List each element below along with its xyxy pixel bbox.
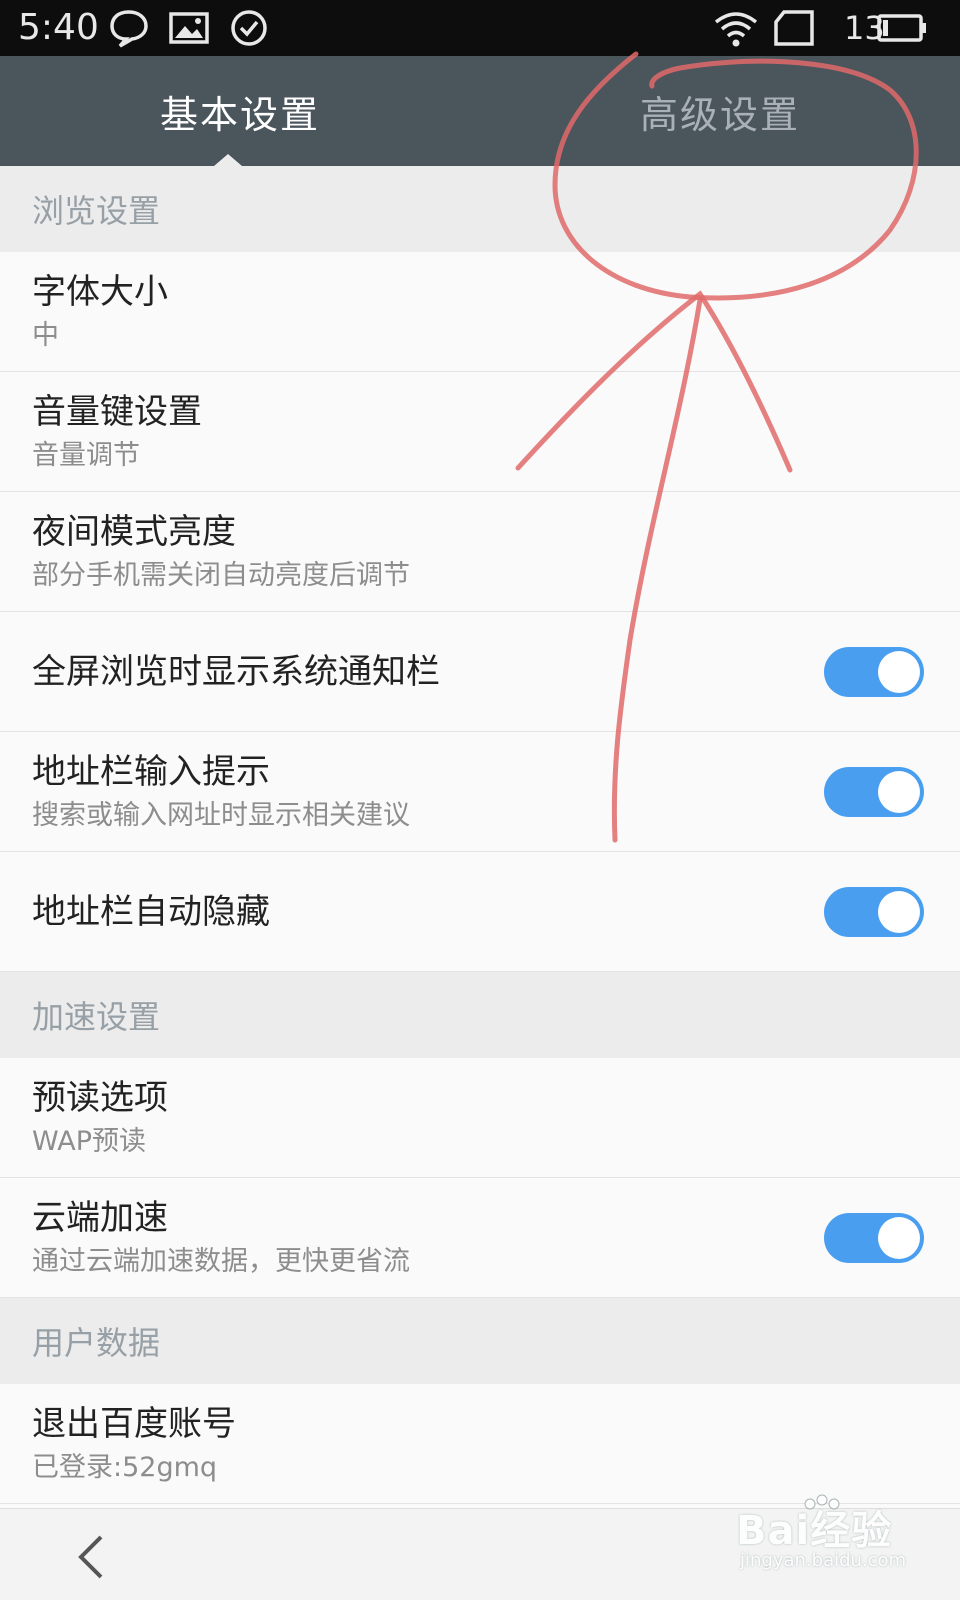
check-circle-icon xyxy=(228,8,270,52)
setting-value: 中 xyxy=(32,319,59,351)
sim-card-icon xyxy=(772,8,816,52)
fullscreen-notification-toggle[interactable] xyxy=(824,646,924,697)
status-time: 5:40 xyxy=(18,7,99,48)
back-button[interactable] xyxy=(60,1527,120,1587)
setting-description: 搜索或输入网址时显示相关建议 xyxy=(32,799,410,831)
setting-logout-baidu[interactable]: 退出百度账号 已登录:52gmq xyxy=(0,1384,960,1504)
tab-basic-settings[interactable]: 基本设置 xyxy=(0,56,480,166)
setting-volume-key[interactable]: 音量键设置 音量调节 xyxy=(0,372,960,492)
setting-preread[interactable]: 预读选项 WAP预读 xyxy=(0,1058,960,1178)
section-header-user-data: 用户数据 xyxy=(0,1298,960,1384)
battery-icon xyxy=(876,8,928,52)
setting-account: 已登录:52gmq xyxy=(32,1451,218,1483)
toggle-knob xyxy=(878,770,920,813)
setting-fullscreen-notification[interactable]: 全屏浏览时显示系统通知栏 xyxy=(0,612,960,732)
setting-description: 部分手机需关闭自动亮度后调节 xyxy=(32,559,410,591)
watermark-url: jingyan.baidu.com xyxy=(740,1550,907,1571)
baidu-jingyan-watermark: Bai经验 jingyan.baidu.com xyxy=(736,1494,932,1584)
setting-value: 音量调节 xyxy=(32,439,140,471)
settings-tab-bar: 基本设置 高级设置 xyxy=(0,56,960,166)
image-icon xyxy=(168,8,210,52)
settings-list: 浏览设置 字体大小 中 音量键设置 音量调节 夜间模式亮度 部分手机需关闭自动亮… xyxy=(0,166,960,1504)
toggle-knob xyxy=(878,1216,920,1259)
tab-advanced-settings[interactable]: 高级设置 xyxy=(480,56,960,166)
wifi-icon xyxy=(712,8,760,52)
toggle-knob xyxy=(878,890,920,933)
setting-title: 退出百度账号 xyxy=(32,1403,236,1444)
setting-description: 通过云端加速数据，更快更省流 xyxy=(32,1245,410,1277)
setting-title: 全屏浏览时显示系统通知栏 xyxy=(32,651,440,692)
chevron-left-icon xyxy=(78,1535,103,1579)
setting-title: 音量键设置 xyxy=(32,391,202,432)
setting-title: 夜间模式亮度 xyxy=(32,511,236,552)
chat-bubble-icon xyxy=(108,8,150,52)
setting-night-brightness[interactable]: 夜间模式亮度 部分手机需关闭自动亮度后调节 xyxy=(0,492,960,612)
setting-font-size[interactable]: 字体大小 中 xyxy=(0,252,960,372)
active-tab-indicator xyxy=(214,154,242,166)
section-header-speed: 加速设置 xyxy=(0,972,960,1058)
cloud-acceleration-toggle[interactable] xyxy=(824,1212,924,1263)
setting-title: 预读选项 xyxy=(32,1077,168,1118)
address-autohide-toggle[interactable] xyxy=(824,886,924,937)
watermark-brand: Bai经验 xyxy=(736,1508,893,1554)
setting-address-autohide[interactable]: 地址栏自动隐藏 xyxy=(0,852,960,972)
setting-title: 地址栏自动隐藏 xyxy=(32,891,270,932)
setting-title: 地址栏输入提示 xyxy=(32,751,270,792)
setting-title: 字体大小 xyxy=(32,271,168,312)
setting-value: WAP预读 xyxy=(32,1125,146,1157)
setting-title: 云端加速 xyxy=(32,1197,168,1238)
address-hint-toggle[interactable] xyxy=(824,766,924,817)
setting-cloud-acceleration[interactable]: 云端加速 通过云端加速数据，更快更省流 xyxy=(0,1178,960,1298)
toggle-knob xyxy=(878,650,920,693)
status-bar: 5:40 13 xyxy=(0,0,960,56)
setting-address-hint[interactable]: 地址栏输入提示 搜索或输入网址时显示相关建议 xyxy=(0,732,960,852)
section-header-browse: 浏览设置 xyxy=(0,166,960,252)
